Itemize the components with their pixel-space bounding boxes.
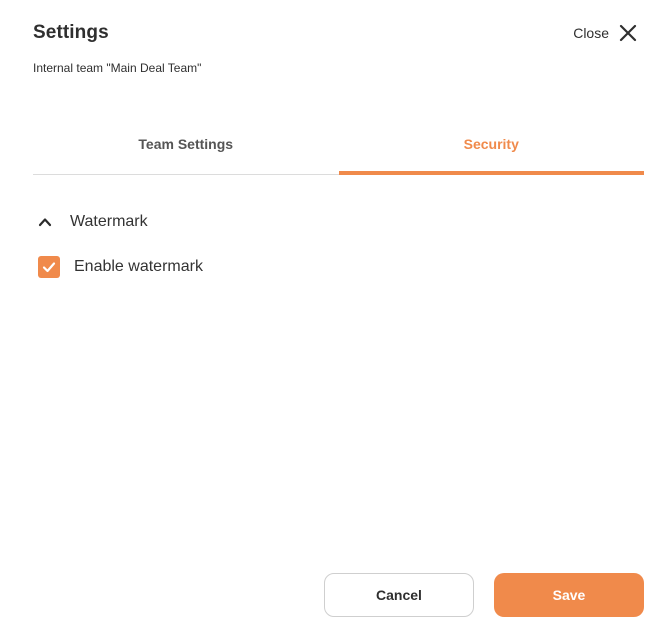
close-label: Close [573, 25, 609, 41]
page-title: Settings [33, 22, 109, 43]
chevron-up-icon [38, 215, 52, 229]
settings-panel: Settings Internal team "Main Deal Team" … [0, 0, 667, 642]
watermark-section-label: Watermark [70, 213, 148, 230]
enable-watermark-row[interactable]: Enable watermark [38, 256, 203, 278]
close-button[interactable]: Close [573, 22, 639, 44]
cancel-button[interactable]: Cancel [324, 573, 474, 617]
tab-security[interactable]: Security [338, 120, 645, 175]
checkmark-icon [42, 262, 56, 273]
tab-bar: Team Settings Security [33, 120, 644, 175]
enable-watermark-checkbox[interactable] [38, 256, 60, 278]
save-button[interactable]: Save [494, 573, 644, 617]
tab-team-settings[interactable]: Team Settings [33, 120, 339, 174]
enable-watermark-label: Enable watermark [74, 258, 203, 275]
page-subtitle: Internal team "Main Deal Team" [33, 61, 202, 75]
watermark-section-toggle[interactable]: Watermark [38, 213, 148, 231]
close-icon [617, 22, 639, 44]
